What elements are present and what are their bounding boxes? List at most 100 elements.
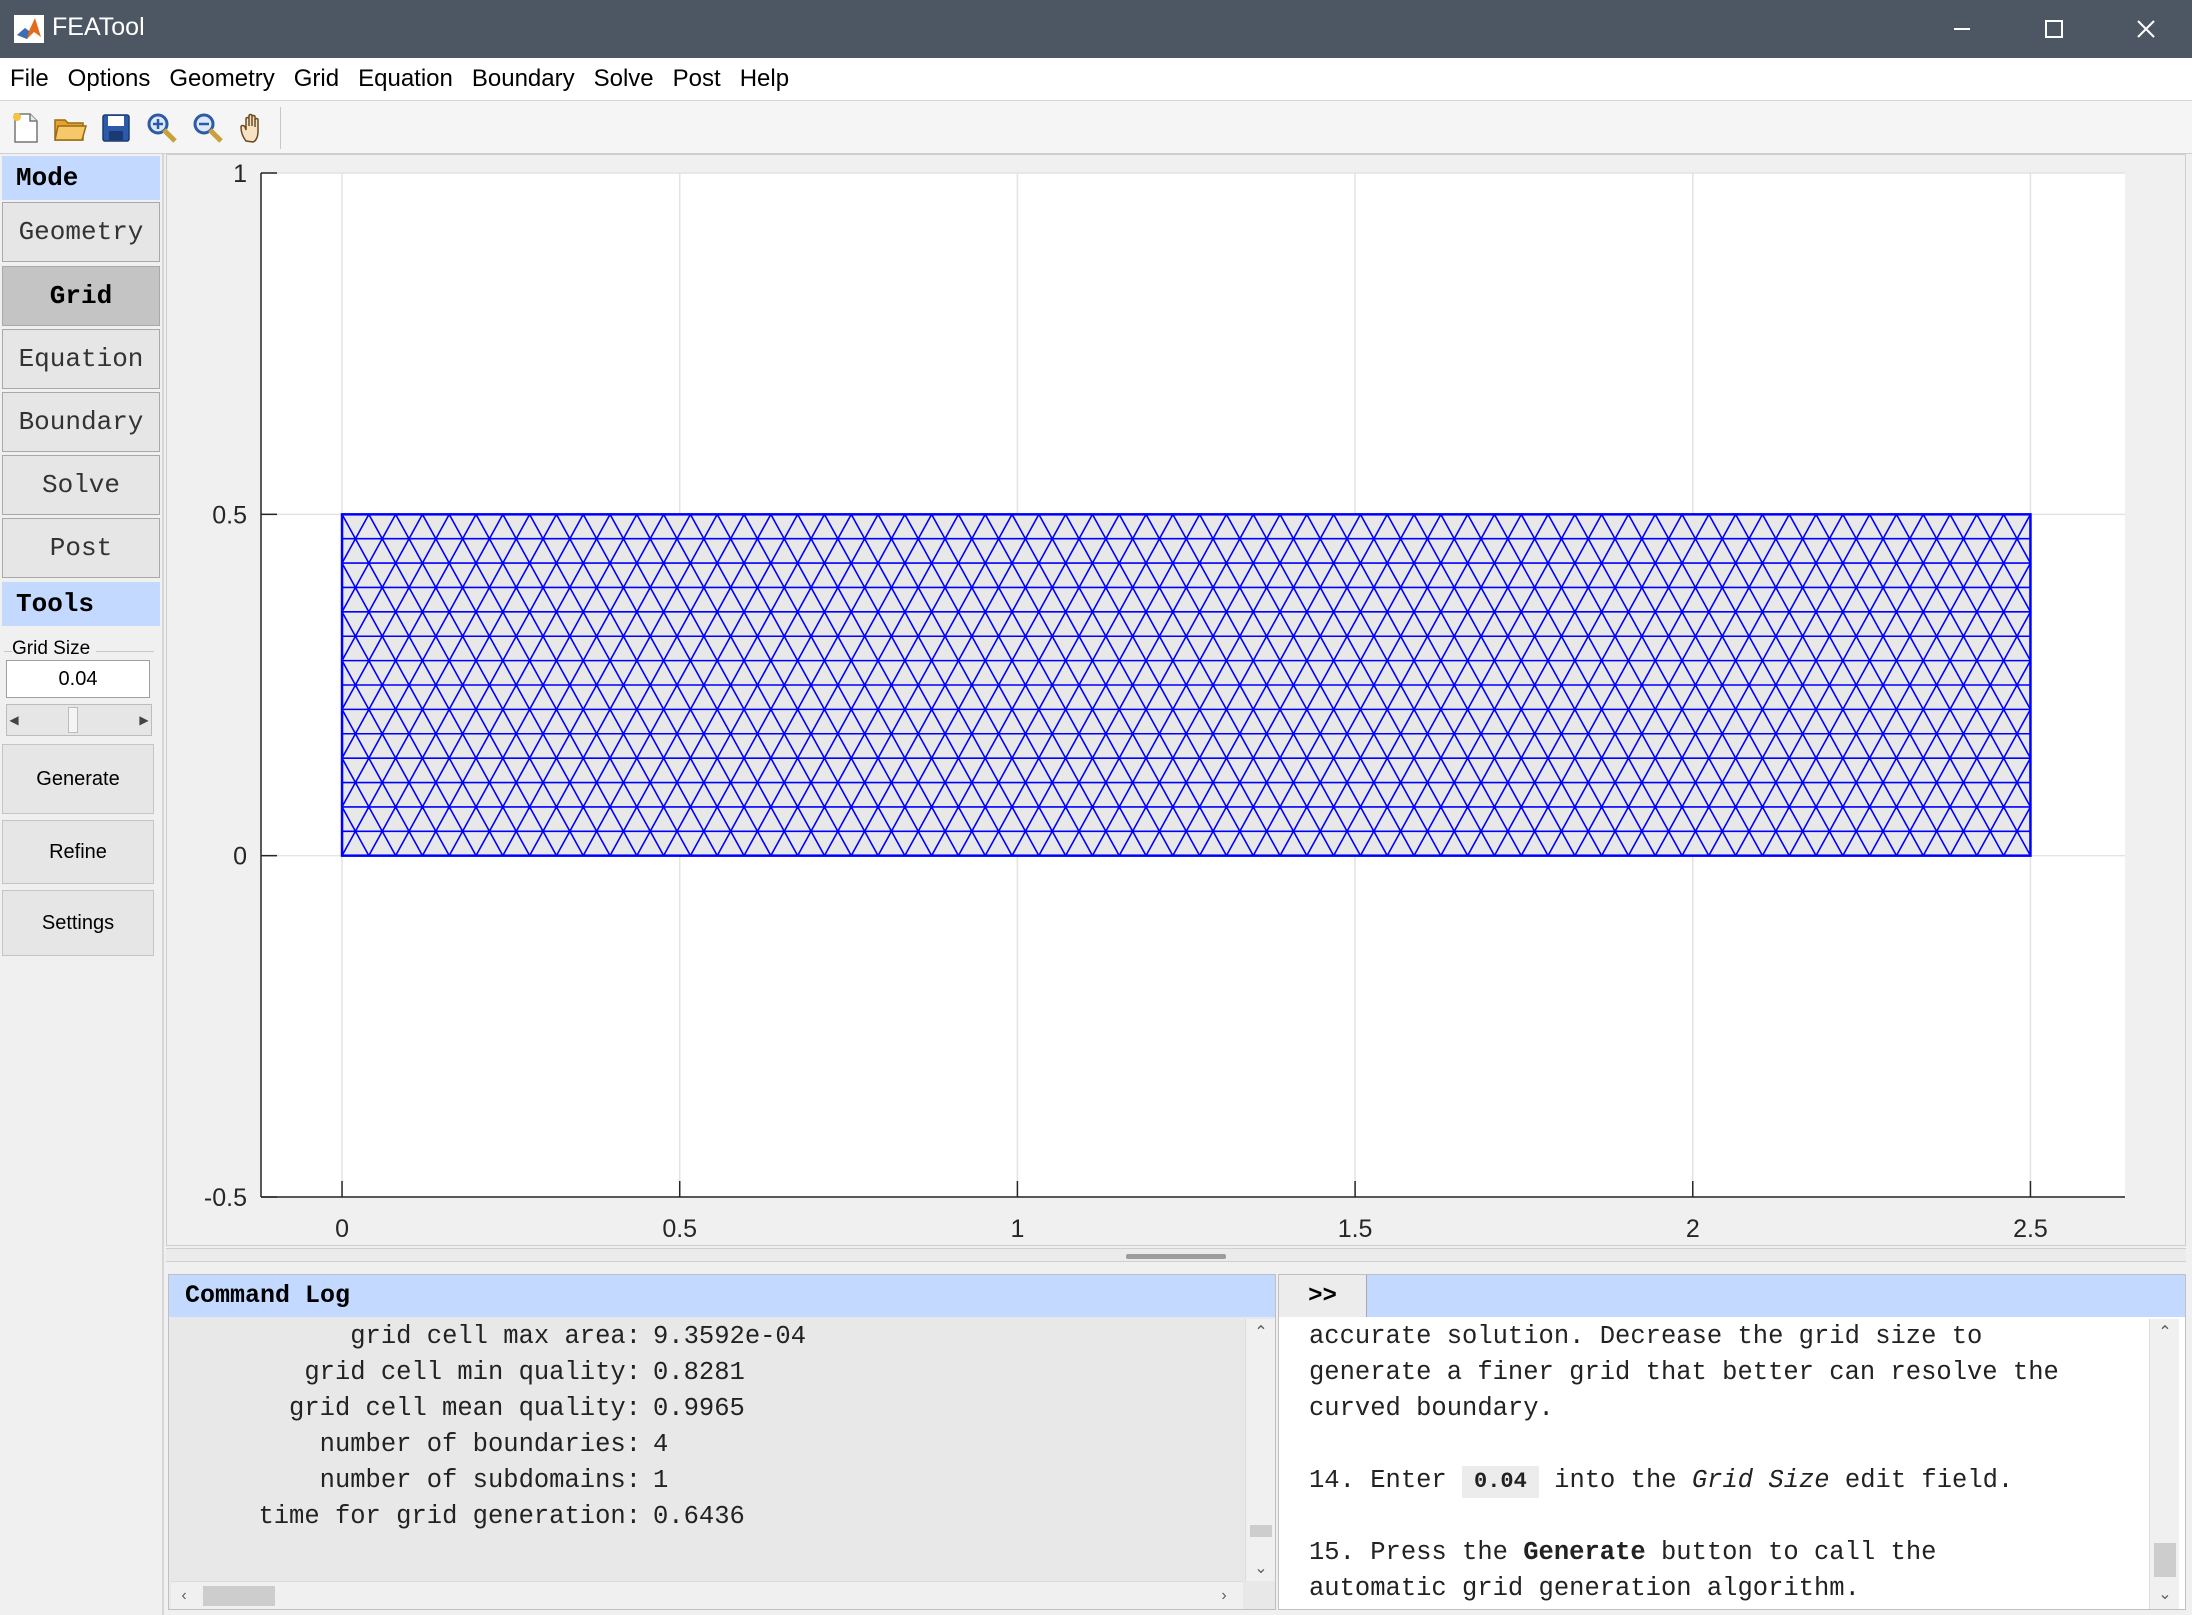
scroll-left-icon[interactable]: ‹ — [171, 1582, 197, 1610]
y-tick-label: 1 — [233, 160, 247, 188]
help-line: automatic grid generation algorithm. — [1309, 1574, 1860, 1603]
log-line: grid cell max area: — [171, 1319, 641, 1355]
zoom-out-button[interactable] — [188, 109, 228, 147]
plot-panel: 0 0.5 1 1.5 2 2.5 1 0.5 0 -0.5 — [166, 154, 2186, 1246]
command-log-vscrollbar[interactable]: ⌃ ⌄ — [1245, 1319, 1275, 1581]
menu-post[interactable]: Post — [673, 65, 721, 93]
scroll-up-icon[interactable]: ⌃ — [1246, 1319, 1276, 1345]
toolbar — [0, 100, 2192, 154]
help-step-15: 15. Press the Generate button to call th… — [1309, 1535, 1936, 1571]
mode-boundary-button[interactable]: Boundary — [2, 392, 160, 452]
minimize-button[interactable] — [1916, 0, 2008, 58]
log-label: number of subdomains: — [319, 1466, 641, 1495]
menu-options[interactable]: Options — [68, 65, 151, 93]
help-toggle-button[interactable]: >> — [1279, 1275, 1367, 1317]
y-tick-label: -0.5 — [204, 1184, 247, 1212]
zoom-in-icon — [147, 113, 177, 143]
menu-solve[interactable]: Solve — [594, 65, 654, 93]
menu-file[interactable]: File — [10, 65, 49, 93]
menu-geometry[interactable]: Geometry — [169, 65, 274, 93]
scroll-right-icon[interactable]: › — [1211, 1582, 1237, 1610]
maximize-button[interactable] — [2008, 0, 2100, 58]
log-value: 0.9965 — [653, 1394, 745, 1423]
scroll-up-icon[interactable]: ⌃ — [2150, 1319, 2180, 1345]
scroll-down-icon[interactable]: ⌄ — [1246, 1555, 1276, 1581]
zoom-in-button[interactable] — [142, 109, 182, 147]
help-vscrollbar[interactable]: ⌃ ⌄ — [2149, 1319, 2179, 1609]
mode-grid-button[interactable]: Grid — [2, 266, 160, 326]
scroll-thumb[interactable] — [2154, 1543, 2176, 1577]
help-line: accurate solution. Decrease the grid siz… — [1309, 1322, 1983, 1351]
x-tick-label: 0.5 — [662, 1215, 697, 1243]
open-button[interactable] — [50, 109, 90, 147]
slider-right-arrow[interactable]: ▶ — [137, 705, 151, 735]
log-label: number of boundaries: — [319, 1430, 641, 1459]
help-text-span: button to call the — [1645, 1538, 1937, 1567]
mode-geometry-button[interactable]: Geometry — [2, 202, 160, 262]
log-value: 4 — [653, 1430, 669, 1459]
menu-boundary[interactable]: Boundary — [472, 65, 575, 93]
help-panel: >> accurate solution. Decrease the grid … — [1278, 1274, 2186, 1610]
close-button[interactable] — [2100, 0, 2192, 58]
grid-size-input[interactable]: 0.04 — [6, 660, 150, 698]
log-value: 0.8281 — [653, 1358, 745, 1387]
x-tick-label: 1 — [1010, 1215, 1024, 1243]
help-text-span: edit field. — [1829, 1466, 2014, 1495]
mode-solve-button[interactable]: Solve — [2, 455, 160, 515]
matlab-logo-icon — [14, 15, 44, 43]
window-title: FEATool — [52, 13, 145, 41]
help-emphasis: Grid Size — [1691, 1466, 1830, 1495]
y-tick-label: 0 — [233, 843, 247, 871]
menu-grid[interactable]: Grid — [294, 65, 339, 93]
title-bar: FEATool — [0, 0, 2192, 58]
x-tick-label: 1.5 — [1338, 1215, 1373, 1243]
help-line: generate a finer grid that better can re… — [1309, 1358, 2059, 1387]
command-log-hscrollbar[interactable]: ‹ › — [171, 1581, 1243, 1609]
open-folder-icon — [54, 119, 87, 141]
help-text: accurate solution. Decrease the grid siz… — [1309, 1319, 2149, 1609]
command-log-header: Command Log — [169, 1275, 1275, 1317]
mode-equation-button[interactable]: Equation — [2, 329, 160, 389]
menu-help[interactable]: Help — [740, 65, 789, 93]
zoom-out-icon — [193, 113, 223, 143]
generate-button[interactable]: Generate — [2, 744, 154, 814]
hscroll-thumb[interactable] — [203, 1586, 275, 1606]
splitter-grip[interactable] — [1126, 1254, 1226, 1259]
log-label: grid cell min quality: — [304, 1358, 641, 1387]
mode-post-button[interactable]: Post — [2, 518, 160, 578]
grid-size-slider[interactable]: ◀ ▶ — [6, 704, 152, 736]
pan-button[interactable] — [234, 109, 274, 147]
command-log-text: grid cell max area: 9.3592e-04 grid cell… — [171, 1319, 1245, 1569]
tools-header: Tools — [2, 582, 160, 626]
close-icon — [2137, 20, 2155, 38]
log-label: time for grid generation: — [258, 1502, 641, 1531]
x-tick-label: 0 — [335, 1215, 349, 1243]
log-line: time for grid generation: — [171, 1499, 641, 1535]
slider-left-arrow[interactable]: ◀ — [7, 705, 21, 735]
menu-equation[interactable]: Equation — [358, 65, 453, 93]
settings-button[interactable]: Settings — [2, 890, 154, 956]
help-line: curved boundary. — [1309, 1394, 1554, 1423]
featool-window: FEATool File Options Geometry Grid Equat… — [0, 0, 2192, 1615]
grid-plot[interactable]: 0 0.5 1 1.5 2 2.5 1 0.5 0 -0.5 — [167, 155, 2185, 1245]
log-label: grid cell mean quality: — [289, 1394, 641, 1423]
maximize-icon — [2045, 20, 2063, 38]
scroll-down-icon[interactable]: ⌄ — [2150, 1581, 2180, 1607]
help-text-span: 15. Press the — [1309, 1538, 1524, 1567]
log-line: grid cell mean quality: — [171, 1391, 641, 1427]
save-button[interactable] — [96, 109, 136, 147]
log-value: 9.3592e-04 — [653, 1322, 807, 1351]
log-line: number of boundaries: — [171, 1427, 641, 1463]
scroll-thumb[interactable] — [1250, 1525, 1272, 1537]
log-value: 0.6436 — [653, 1502, 745, 1531]
refine-button[interactable]: Refine — [2, 820, 154, 884]
help-text-span: 14. Enter — [1309, 1466, 1463, 1495]
mode-header: Mode — [2, 156, 160, 200]
log-value: 1 — [653, 1466, 669, 1495]
slider-thumb[interactable] — [68, 707, 78, 733]
command-log-panel: Command Log grid cell max area: 9.3592e-… — [168, 1274, 1276, 1610]
log-line: number of subdomains: — [171, 1463, 641, 1499]
new-file-button[interactable] — [6, 109, 46, 147]
panel-splitter[interactable] — [166, 1248, 2186, 1262]
pan-hand-icon — [240, 113, 259, 143]
